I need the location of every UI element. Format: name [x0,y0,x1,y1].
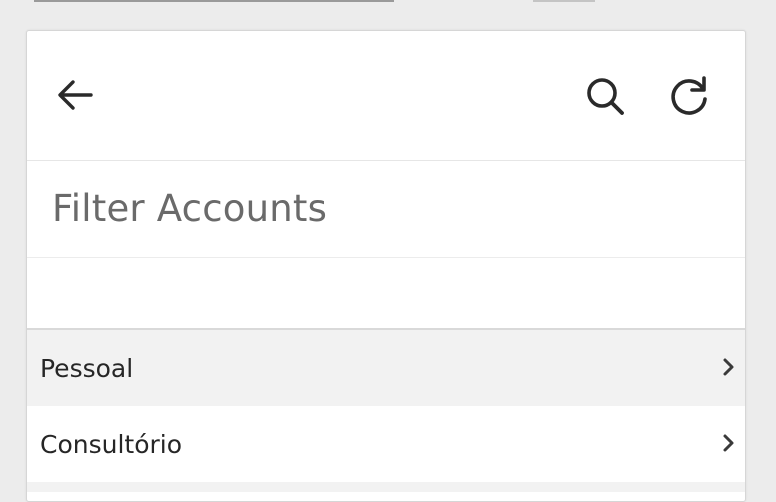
account-list: Pessoal Consultório [27,330,745,492]
chevron-right-icon [723,434,734,452]
search-icon [587,78,624,115]
account-label: Pessoal [40,353,134,383]
refresh-button[interactable] [661,67,717,123]
account-item-consultorio[interactable]: Consultório [27,406,745,482]
refresh-icon [671,76,707,115]
arrow-left-icon [58,80,93,110]
chevron-right-icon [723,358,734,376]
account-label: Consultório [40,429,183,459]
accounts-panel: Filter Accounts Pessoal Consultório [26,30,746,502]
top-tab-indicator [533,0,595,2]
top-divider [34,0,394,2]
back-button[interactable] [47,67,103,123]
page-title: Filter Accounts [52,187,328,230]
toolbar [27,31,745,161]
title-row: Filter Accounts [27,161,745,258]
search-button[interactable] [578,69,634,125]
filter-spacer [27,258,745,330]
account-item-pessoal[interactable]: Pessoal [27,330,745,406]
list-item-partial [27,482,745,492]
